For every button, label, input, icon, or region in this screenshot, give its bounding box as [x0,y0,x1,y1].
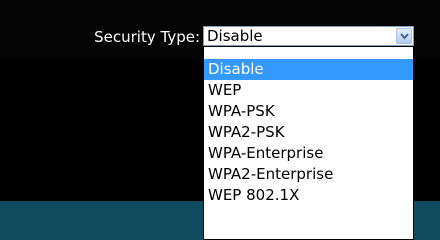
option-wep[interactable]: WEP [204,80,413,101]
security-type-select[interactable]: Disable [203,26,414,46]
option-wpa-enterprise[interactable]: WPA-Enterprise [204,143,413,164]
option-disable[interactable]: Disable [204,59,413,80]
option-wpa-psk[interactable]: WPA-PSK [204,101,413,122]
option-wpa2-psk[interactable]: WPA2-PSK [204,122,413,143]
security-type-options: Disable WEP WPA-PSK WPA2-PSK WPA-Enterpr… [203,46,414,240]
chevron-down-icon[interactable] [396,28,412,44]
option-wpa2-enterprise[interactable]: WPA2-Enterprise [204,164,413,185]
option-wep-8021x[interactable]: WEP 802.1X [204,185,413,206]
security-type-selected-value: Disable [204,27,394,45]
security-type-label: Security Type: [94,28,200,46]
